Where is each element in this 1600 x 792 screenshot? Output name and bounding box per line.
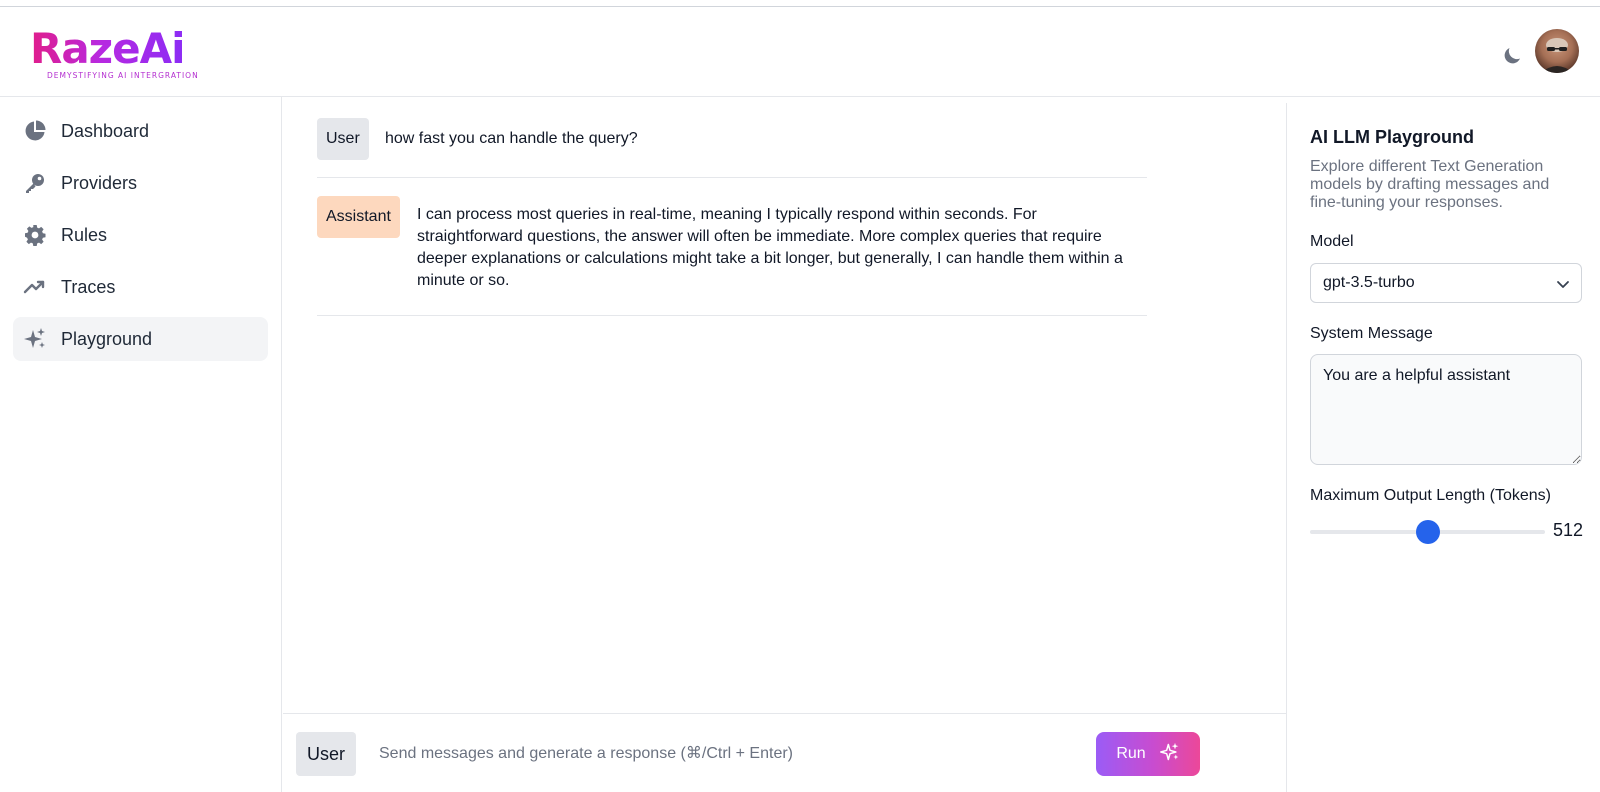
sidebar-item-providers[interactable]: Providers bbox=[13, 161, 268, 205]
message-composer: User Run bbox=[283, 713, 1286, 792]
panel-title: AI LLM Playground bbox=[1310, 127, 1474, 147]
model-select-value: gpt-3.5-turbo bbox=[1323, 274, 1415, 291]
max-tokens-label: Maximum Output Length (Tokens) bbox=[1310, 487, 1551, 504]
composer-role-toggle[interactable]: User bbox=[296, 732, 357, 776]
app-header: RazeAi DEMYSTIFYING AI INTERGRATION bbox=[0, 7, 1600, 97]
panel-description: Explore different Text Generation models… bbox=[1310, 158, 1550, 211]
run-label: Run bbox=[1116, 745, 1146, 762]
run-button[interactable]: Run bbox=[1096, 732, 1200, 776]
sidebar-item-rules[interactable]: Rules bbox=[13, 213, 268, 257]
sidebar-item-label: Rules bbox=[61, 225, 108, 245]
slider-thumb[interactable] bbox=[1415, 520, 1440, 544]
model-label: Model bbox=[1310, 233, 1354, 250]
sidebar-item-label: Playground bbox=[61, 329, 153, 349]
sidebar-item-label: Providers bbox=[61, 173, 138, 193]
sidebar-item-traces[interactable]: Traces bbox=[13, 265, 268, 309]
sparkles-icon bbox=[23, 327, 47, 351]
key-icon bbox=[23, 171, 47, 195]
message-input[interactable] bbox=[379, 736, 1059, 772]
message-role-toggle[interactable]: User bbox=[317, 118, 369, 160]
max-tokens-value: 512 bbox=[1553, 520, 1584, 540]
sparkles-icon bbox=[1159, 742, 1180, 767]
system-message-input[interactable]: You are a helpful assistant bbox=[1310, 354, 1582, 465]
message-user: User how fast you can handle the query? bbox=[317, 118, 1147, 178]
sidebar-item-label: Dashboard bbox=[61, 121, 150, 141]
logo-wordmark: RazeAi bbox=[30, 24, 186, 73]
sidebar-item-label: Traces bbox=[61, 277, 116, 297]
message-text[interactable]: how fast you can handle the query? bbox=[385, 128, 1125, 150]
message-text[interactable]: I can process most queries in real-time,… bbox=[417, 204, 1129, 292]
sidebar-item-dashboard[interactable]: Dashboard bbox=[13, 109, 268, 153]
pie-chart-icon bbox=[23, 119, 47, 143]
logo-tagline: DEMYSTIFYING AI INTERGRATION bbox=[47, 71, 199, 80]
max-tokens-slider[interactable] bbox=[1310, 520, 1545, 544]
brand-logo[interactable]: RazeAi DEMYSTIFYING AI INTERGRATION bbox=[30, 23, 198, 83]
settings-panel: AI LLM Playground Explore different Text… bbox=[1286, 103, 1600, 792]
sidebar: Dashboard Providers Rules Traces Playgro… bbox=[0, 97, 282, 792]
sidebar-item-playground[interactable]: Playground bbox=[13, 317, 268, 361]
message-role-toggle[interactable]: Assistant bbox=[317, 196, 400, 238]
message-assistant: Assistant I can process most queries in … bbox=[317, 196, 1147, 316]
gear-icon bbox=[23, 223, 47, 247]
conversation-area: User how fast you can handle the query? … bbox=[283, 97, 1286, 792]
moon-icon[interactable] bbox=[1500, 44, 1524, 68]
trending-up-icon bbox=[23, 275, 47, 299]
browser-top-border bbox=[0, 0, 1600, 7]
system-message-label: System Message bbox=[1310, 325, 1433, 342]
model-select[interactable]: gpt-3.5-turbo bbox=[1310, 263, 1582, 303]
chevron-down-icon bbox=[1555, 276, 1571, 292]
user-avatar[interactable] bbox=[1535, 29, 1579, 73]
